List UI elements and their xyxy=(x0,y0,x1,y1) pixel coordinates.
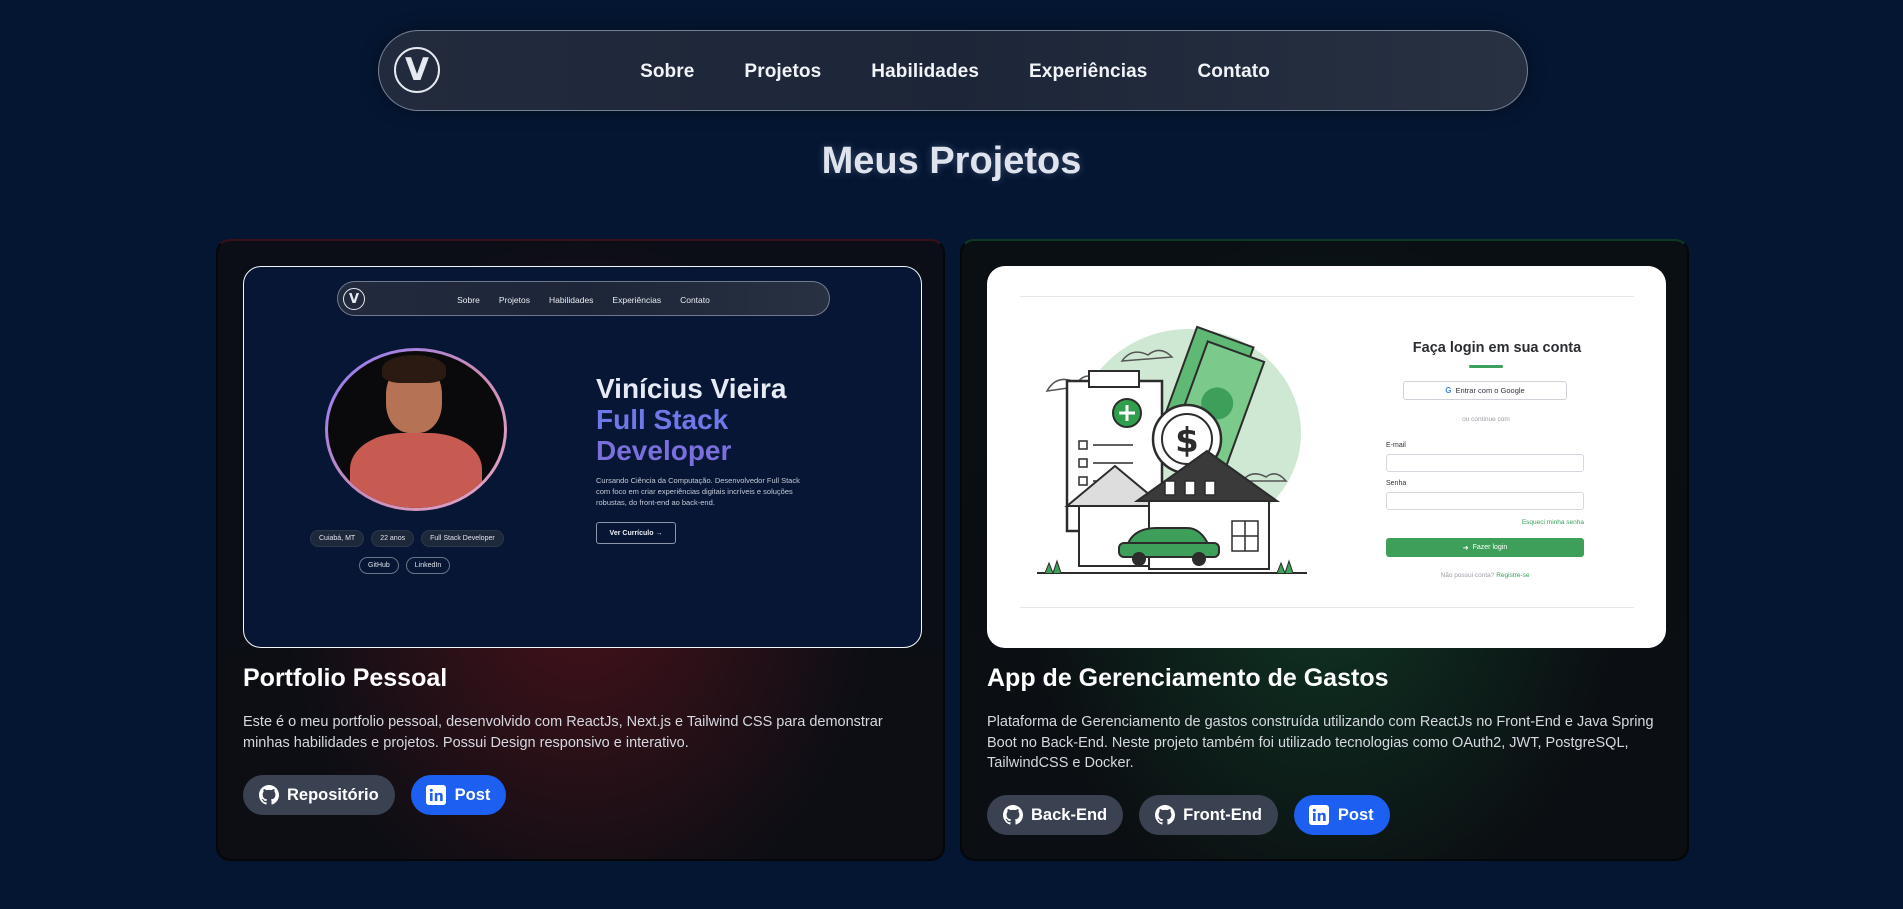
preview-chip-github: GitHub xyxy=(359,557,399,574)
preview-social-chips: GitHub LinkedIn xyxy=(359,557,451,574)
preview-nav-link: Contato xyxy=(680,294,710,305)
preview-divider-text: ou continue com xyxy=(1462,416,1510,423)
linkedin-icon xyxy=(1309,805,1330,826)
preview-bio: Cursando Ciência da Computação. Desenvol… xyxy=(596,476,800,507)
preview-chip-age: 22 anos xyxy=(371,530,415,547)
nav-link-habilidades[interactable]: Habilidades xyxy=(871,61,979,83)
preview-login-label: Fazer login xyxy=(1472,544,1508,551)
preview-divider xyxy=(1020,607,1634,608)
google-icon: G xyxy=(1445,386,1452,395)
preview-navbar: V Sobre Projetos Habilidades Experiência… xyxy=(337,281,830,316)
frontend-button-label: Front-End xyxy=(1183,805,1262,824)
project-title: App de Gerenciamento de Gastos xyxy=(987,664,1389,692)
preview-login-button: ➜ Fazer login xyxy=(1386,538,1584,557)
project-preview-image: V Sobre Projetos Habilidades Experiência… xyxy=(243,266,922,648)
section-title: Meus Projetos xyxy=(821,140,1082,182)
preview-avatar-ring xyxy=(325,348,507,511)
preview-nav-link: Experiências xyxy=(612,294,662,305)
preview-divider xyxy=(1020,296,1634,297)
linkedin-icon xyxy=(426,785,447,806)
github-icon xyxy=(1154,805,1175,826)
backend-button-label: Back-End xyxy=(1031,805,1108,824)
backend-button[interactable]: Back-End xyxy=(987,795,1124,835)
finance-illustration: $ xyxy=(1037,325,1307,575)
project-title: Portfolio Pessoal xyxy=(243,664,448,692)
preview-password-field xyxy=(1386,492,1584,510)
preview-register-prefix: Não possui conta? xyxy=(1440,572,1495,579)
preview-hero: Vinícius Vieira Full Stack Developer Cur… xyxy=(596,373,814,544)
login-icon: ➜ xyxy=(1462,544,1469,552)
preview-google-label: Entrar com o Google xyxy=(1455,386,1525,395)
preview-nav-link: Projetos xyxy=(498,294,530,305)
project-preview-image: $ Faça login em sua conta G Entrar com o… xyxy=(987,266,1666,648)
preview-role-line2: Developer xyxy=(596,435,732,466)
post-button[interactable]: Post xyxy=(410,775,507,815)
preview-title-underline xyxy=(1469,365,1503,368)
preview-avatar xyxy=(328,351,504,508)
project-description: Este é o meu portfolio pessoal, desenvol… xyxy=(243,714,883,751)
project-buttons: Repositório Post xyxy=(243,775,507,815)
nav-link-projetos[interactable]: Projetos xyxy=(744,61,821,83)
repository-button-label: Repositório xyxy=(287,785,379,804)
preview-role-line1: Full Stack xyxy=(596,404,729,435)
nav-link-contato[interactable]: Contato xyxy=(1197,61,1269,83)
preview-name: Vinícius Vieira xyxy=(596,373,787,404)
repository-button[interactable]: Repositório xyxy=(243,775,395,815)
post-button[interactable]: Post xyxy=(1293,795,1390,835)
nav-link-experiencias[interactable]: Experiências xyxy=(1029,61,1147,83)
nav-links: Sobre Projetos Habilidades Experiências … xyxy=(379,31,1527,112)
navbar: V Sobre Projetos Habilidades Experiência… xyxy=(378,30,1528,111)
github-icon xyxy=(258,785,279,806)
post-button-label: Post xyxy=(454,785,491,804)
preview-forgot-link: Esqueci minha senha xyxy=(1521,519,1584,526)
project-card-portfolio: V Sobre Projetos Habilidades Experiência… xyxy=(216,239,945,861)
preview-email-label: E-mail xyxy=(1386,442,1406,449)
preview-google-button: G Entrar com o Google xyxy=(1403,381,1567,400)
preview-chip-role: Full Stack Developer xyxy=(421,530,504,547)
project-card-expenses: $ Faça login em sua conta G Entrar com o… xyxy=(960,239,1689,861)
preview-nav-link: Sobre xyxy=(457,294,480,305)
preview-register-link: Registre-se xyxy=(1496,572,1530,579)
preview-nav-links: Sobre Projetos Habilidades Experiências … xyxy=(338,282,829,317)
project-buttons: Back-End Front-End Post xyxy=(987,795,1390,835)
preview-login-title: Faça login em sua conta xyxy=(1412,340,1582,356)
preview-register-text: Não possui conta? Registre-se xyxy=(1386,572,1584,579)
project-description: Plataforma de Gerenciamento de gastos co… xyxy=(987,714,1654,771)
preview-nav-link: Habilidades xyxy=(549,294,594,305)
preview-chip-location: Cuiabá, MT xyxy=(310,530,365,547)
post-button-label: Post xyxy=(1337,805,1374,824)
nav-link-sobre[interactable]: Sobre xyxy=(640,61,694,83)
preview-password-label: Senha xyxy=(1386,480,1407,487)
preview-info-chips: Cuiabá, MT 22 anos Full Stack Developer xyxy=(310,530,504,547)
preview-cv-button: Ver Currículo → xyxy=(596,522,676,544)
github-icon xyxy=(1002,805,1023,826)
preview-email-field xyxy=(1386,454,1584,472)
preview-chip-linkedin: LinkedIn xyxy=(405,557,451,574)
frontend-button[interactable]: Front-End xyxy=(1139,795,1278,835)
svg-text:$: $ xyxy=(1175,421,1199,461)
